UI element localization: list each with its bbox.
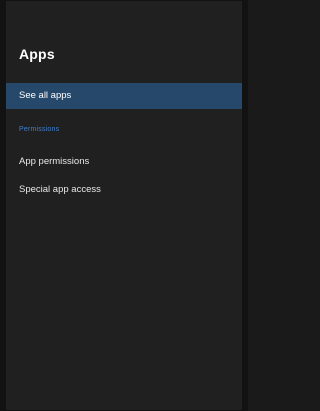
menu-item-app-permissions[interactable]: App permissions [6,149,242,175]
menu-item-label: Special app access [19,184,101,195]
section-header-permissions: Permissions [19,126,60,133]
page-title: Apps [19,46,55,62]
apps-settings-panel: Apps See all apps Permissions App permis… [0,0,248,411]
menu-item-see-all-apps[interactable]: See all apps [6,83,242,109]
menu-item-special-app-access[interactable]: Special app access [6,177,242,203]
menu-item-label: See all apps [19,90,72,101]
menu-item-label: App permissions [19,156,90,167]
